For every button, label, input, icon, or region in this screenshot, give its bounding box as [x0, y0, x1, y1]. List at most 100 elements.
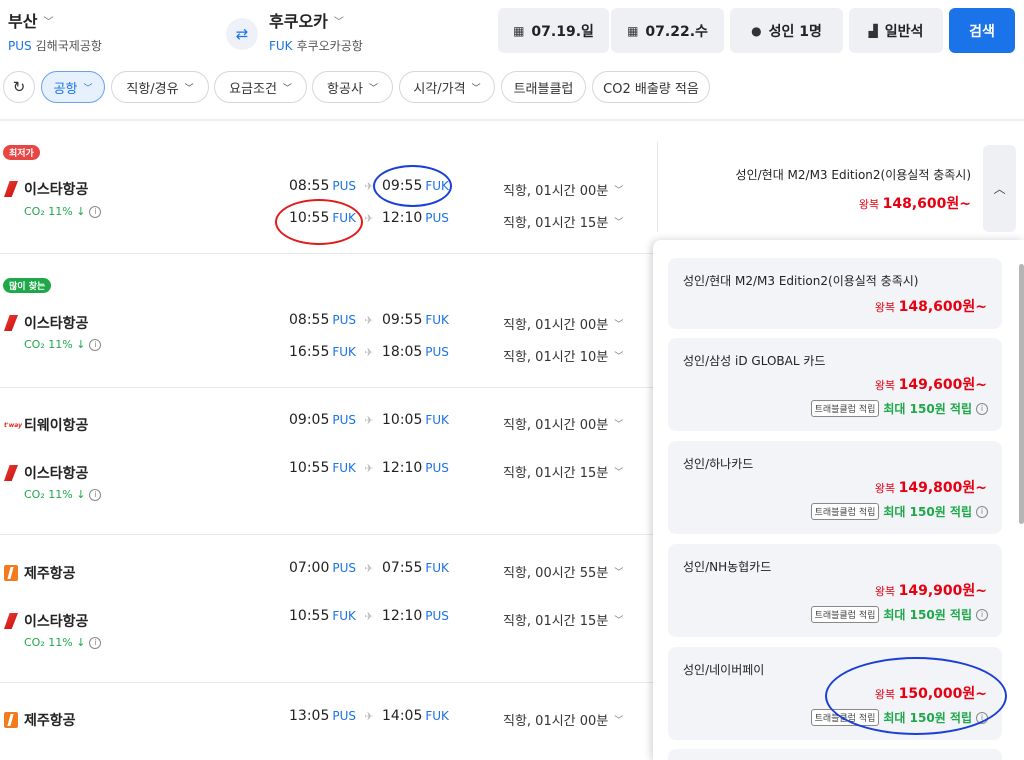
arr-airport: FUK [425, 313, 449, 327]
dropdown-scrollbar[interactable] [1019, 264, 1024, 524]
airline-name: 이스타항공 [4, 611, 88, 631]
points-label: 최대 150원 적립 [883, 608, 972, 622]
arr-airport: PUS [425, 461, 449, 475]
outbound-duration[interactable]: 직항, 00시간 55분 ﹀ [503, 562, 623, 581]
filter-bar: ↻ 공항 ﹀ 직항/경유 ﹀ 요금조건 ﹀ 항공사 ﹀ 시각/가격 ﹀ 트래블클럽 CO2… [0, 68, 1024, 106]
swap-icon[interactable]: ⇄ [226, 18, 258, 50]
return-times: 16:55 FUK ✈ 18:05 PUS [289, 344, 449, 360]
jejuair-logo-icon [4, 712, 18, 728]
row-divider [0, 682, 655, 683]
airline-name: 제주항공 [4, 710, 76, 730]
airline-label: 이스타항공 [24, 614, 89, 630]
price-amount: 148,600 [882, 196, 947, 212]
arr-time: 09:55 [382, 312, 423, 328]
seat-icon: ▟ [868, 23, 878, 38]
fare-option[interactable] [668, 749, 1002, 760]
destination-selector[interactable]: 후쿠오카 ﹀ FUK 후쿠오카공항 [269, 8, 363, 54]
arr-time: 14:05 [382, 708, 423, 724]
dep-time: 13:05 [289, 708, 330, 724]
dep-airport: FUK [332, 461, 356, 475]
collapse-button[interactable]: ︿ [983, 145, 1016, 232]
search-header: 부산 ﹀ PUS 김해국제공항 ⇄ 후쿠오카 ﹀ FUK 후쿠오카공항 ▦ 07.19.일… [0, 0, 1024, 62]
dep-airport: PUS [332, 413, 356, 427]
search-button[interactable]: 검색 [949, 8, 1015, 53]
filter-airline[interactable]: 항공사 ﹀ [312, 71, 393, 103]
chevron-down-icon: ﹀ [43, 16, 54, 28]
info-icon[interactable]: i [976, 402, 988, 415]
co2-info: CO₂ 11% ↓ i [24, 338, 102, 351]
eastar-logo-icon [4, 465, 18, 481]
origin-selector[interactable]: 부산 ﹀ PUS 김해국제공항 [8, 8, 102, 54]
chevron-down-icon: ﹀ [614, 186, 624, 196]
arr-airport: PUS [425, 345, 449, 359]
filter-airport[interactable]: 공항 ﹀ [41, 71, 105, 103]
price-prefix: 왕복 [874, 301, 896, 314]
seat-class-button[interactable]: ▟ 일반석 [849, 8, 943, 53]
return-duration[interactable]: 직항, 01시간 15분 ﹀ [503, 212, 623, 231]
price-prefix: 왕복 [874, 585, 896, 598]
filter-direct[interactable]: 직항/경유 ﹀ [111, 71, 209, 103]
chevron-down-icon: ﹀ [184, 83, 194, 94]
price-prefix: 왕복 [874, 482, 896, 495]
co2-info: CO₂ 11% ↓ i [24, 205, 102, 218]
person-icon: ● [751, 23, 762, 38]
outbound-duration[interactable]: 직항, 01시간 00분 ﹀ [503, 314, 623, 333]
depart-date: 07.19.일 [531, 23, 594, 40]
info-icon[interactable]: i [89, 488, 102, 501]
co2-label: CO₂ 11% ↓ [24, 205, 86, 218]
filter-co2[interactable]: CO2 배출량 적음 [592, 71, 710, 103]
destination-code: FUK [269, 39, 293, 53]
plane-icon: ✈ [364, 461, 374, 475]
fare-name: 성인/현대 M2/M3 Edition2(이용실적 충족시) [735, 168, 971, 182]
travelclub-chip: 트래블클럽 적립 [810, 400, 880, 417]
chevron-down-icon: ﹀ [333, 16, 344, 28]
row-divider [0, 387, 655, 388]
airline-label: 제주항공 [24, 713, 76, 729]
fare-option[interactable]: 성인/현대 M2/M3 Edition2(이용실적 충족시) 왕복 148,60… [668, 258, 1002, 329]
chevron-down-icon: ﹀ [614, 616, 624, 626]
passengers-button[interactable]: ● 성인 1명 [730, 8, 843, 53]
return-duration[interactable]: 직항, 01시간 15분 ﹀ [503, 462, 623, 481]
return-duration[interactable]: 직항, 01시간 10분 ﹀ [503, 346, 623, 365]
info-icon[interactable]: i [89, 636, 102, 649]
chevron-down-icon: ﹀ [614, 468, 624, 478]
co2-label: CO₂ 11% ↓ [24, 636, 86, 649]
return-duration[interactable]: 직항, 01시간 15분 ﹀ [503, 610, 623, 629]
origin-code: PUS [8, 39, 32, 53]
arr-time: 10:05 [382, 412, 423, 428]
price-amount: 149,600 [898, 377, 963, 393]
plane-icon: ✈ [364, 413, 374, 427]
info-icon[interactable]: i [89, 338, 102, 351]
refresh-icon[interactable]: ↻ [3, 71, 35, 103]
filter-travelclub[interactable]: 트래블클럽 [501, 71, 586, 103]
points-label: 최대 150원 적립 [883, 505, 972, 519]
info-icon[interactable]: i [976, 505, 988, 518]
dep-time: 09:05 [289, 412, 330, 428]
fare-option[interactable]: 성인/NH농협카드 왕복 149,900원~ 트래블클럽 적립 최대 150원 적… [668, 544, 1002, 637]
filter-time-price[interactable]: 시각/가격 ﹀ [399, 71, 495, 103]
airline-label: 이스타항공 [24, 182, 89, 198]
info-icon[interactable]: i [89, 205, 102, 218]
dep-time: 10:55 [289, 460, 330, 476]
seat-class-label: 일반석 [884, 23, 924, 40]
outbound-times: 08:55 PUS ✈ 09:55 FUK [289, 312, 449, 328]
chevron-down-icon: ﹀ [614, 568, 624, 578]
depart-date-button[interactable]: ▦ 07.19.일 [498, 8, 609, 53]
fare-option[interactable]: 성인/삼성 iD GLOBAL 카드 왕복 149,600원~ 트래블클럽 적립… [668, 338, 1002, 431]
filter-fare[interactable]: 요금조건 ﹀ [214, 71, 307, 103]
info-icon[interactable]: i [976, 608, 988, 621]
origin-airport: 김해국제공항 [35, 39, 102, 53]
chevron-down-icon: ﹀ [368, 83, 378, 94]
fare-price: 왕복 149,900원~ [875, 580, 987, 600]
outbound-duration[interactable]: 직항, 01시간 00분 ﹀ [503, 710, 623, 729]
airline-name: 이스타항공 [4, 179, 88, 199]
fare-option[interactable]: 성인/하나카드 왕복 149,800원~ 트래블클럽 적립 최대 150원 적립 i [668, 441, 1002, 534]
outbound-duration[interactable]: 직항, 01시간 00분 ﹀ [503, 414, 623, 433]
fare-price: 왕복 149,600원~ [875, 374, 987, 394]
return-date-button[interactable]: ▦ 07.22.수 [611, 8, 724, 53]
outbound-duration[interactable]: 직항, 01시간 00분 ﹀ [503, 180, 623, 199]
airline-label: 티웨이항공 [24, 418, 89, 434]
best-price[interactable]: 성인/현대 M2/M3 Edition2(이용실적 충족시) 왕복 148,60… [736, 166, 971, 213]
origin-city: 부산 [8, 12, 38, 31]
plane-icon: ✈ [364, 211, 374, 225]
